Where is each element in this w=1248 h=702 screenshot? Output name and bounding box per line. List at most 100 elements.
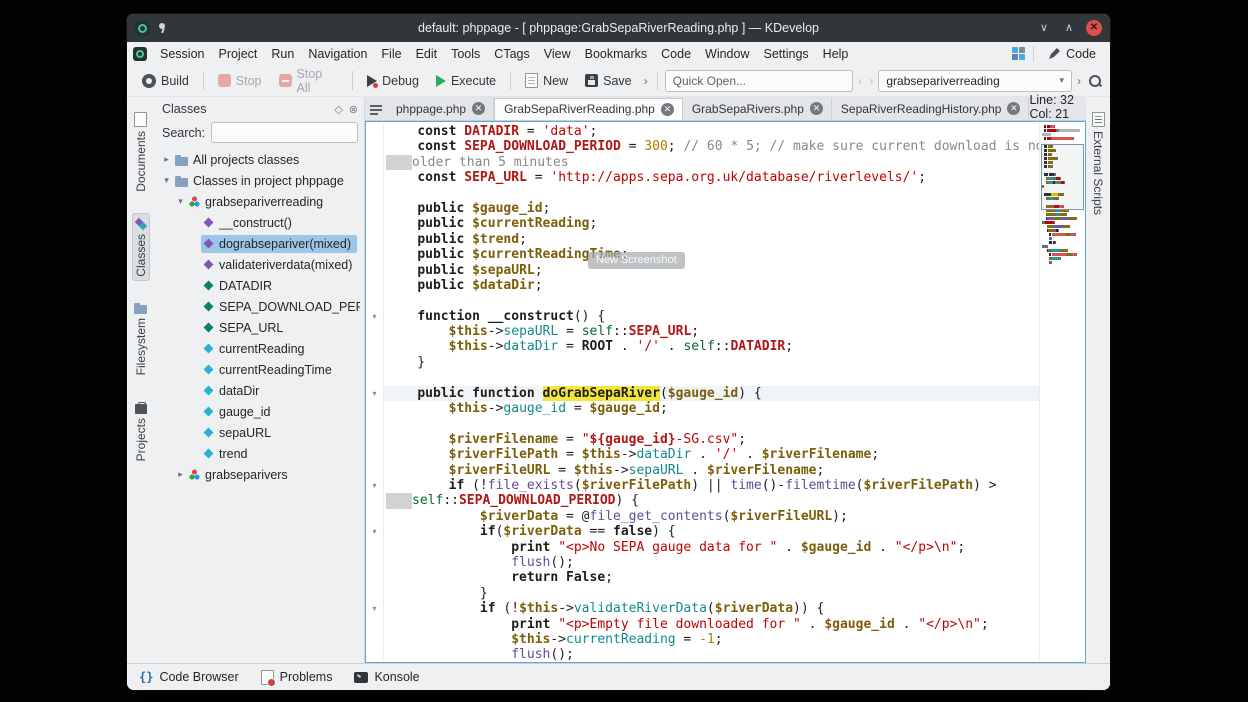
code-area[interactable]: const DATADIR = 'data'; const SEPA_DOWNL… [366, 122, 1039, 662]
build-icon [142, 74, 156, 88]
search-input[interactable]: grabsepariverreading▾ [878, 70, 1072, 92]
code-area-label: Code [1066, 47, 1096, 61]
menu-file[interactable]: File [374, 45, 408, 63]
menu-window[interactable]: Window [698, 45, 756, 63]
menu-code[interactable]: Code [654, 45, 698, 63]
document-list-icon[interactable] [365, 100, 387, 120]
detach-panel-icon[interactable]: ◇ [334, 103, 342, 116]
tree-item[interactable]: gauge_id [156, 401, 360, 422]
tree-item[interactable]: dograbsepariver(mixed) [156, 233, 360, 254]
close-button[interactable]: ✕ [1086, 20, 1102, 36]
tab-separiverreadinghistory[interactable]: SepaRiverReadingHistory.php✕ [832, 98, 1030, 120]
code-line-content: $riverFileURL = $this->sepaURL . $riverF… [384, 463, 1039, 478]
expander-expanded-icon[interactable]: ▾ [160, 175, 173, 186]
close-icon[interactable]: ✕ [472, 102, 485, 115]
sidebar-tab-filesystem[interactable]: Filesystem [132, 297, 150, 380]
build-button[interactable]: Build [135, 71, 196, 91]
menu-ctags[interactable]: CTags [487, 45, 536, 63]
tab-grabsepariverreading[interactable]: GrabSepaRiverReading.php✕ [494, 98, 683, 120]
new-button[interactable]: New [518, 70, 575, 91]
toolview-konsole[interactable]: Konsole [354, 670, 419, 684]
tree-item[interactable]: trend [156, 443, 360, 464]
menu-session[interactable]: Session [153, 45, 211, 63]
execute-button[interactable]: Execute [429, 71, 503, 91]
menu-edit[interactable]: Edit [409, 45, 445, 63]
stop-icon [218, 74, 231, 87]
code-area-button[interactable]: Code [1042, 45, 1102, 63]
tree-item[interactable]: DATADIR [156, 275, 360, 296]
titlebar[interactable]: default: phppage - [ phppage:GrabSepaRiv… [127, 14, 1110, 42]
expander-collapsed-icon[interactable]: ▸ [174, 469, 187, 480]
tree-item[interactable]: ▾grabsepariverreading [156, 191, 360, 212]
menu-navigation[interactable]: Navigation [301, 45, 374, 63]
save-dropdown-chevron[interactable]: › [642, 74, 650, 88]
tree-item[interactable]: dataDir [156, 380, 360, 401]
debug-button[interactable]: Debug [360, 71, 426, 91]
close-icon[interactable]: ✕ [810, 102, 823, 115]
tab-grabseparivers[interactable]: GrabSepaRivers.php✕ [683, 98, 832, 120]
menu-view[interactable]: View [537, 45, 578, 63]
menu-bookmarks[interactable]: Bookmarks [578, 45, 655, 63]
minimap-viewport[interactable] [1041, 144, 1084, 210]
code-line-content: older than 5 minutes [384, 155, 1039, 170]
area-switcher-icon[interactable] [1012, 47, 1025, 60]
tab-label: Projects [134, 418, 148, 461]
tab-phppage[interactable]: phppage.php✕ [387, 98, 494, 120]
fold-arrow-icon[interactable]: ▾ [366, 601, 384, 616]
close-icon[interactable]: ✕ [661, 103, 674, 116]
tree-item-main: SEPA_DOWNLOAD_PERIOD [201, 298, 360, 316]
sidebar-tab-documents[interactable]: Documents [132, 107, 150, 197]
sidebar-tab-external-scripts[interactable]: External Scripts [1089, 107, 1107, 220]
tree-item[interactable]: SEPA_DOWNLOAD_PERIOD [156, 296, 360, 317]
toolbar-extension-chevron[interactable]: › [1075, 74, 1083, 88]
code-line: } [366, 355, 1039, 370]
minimize-button[interactable]: ∨ [1036, 20, 1052, 36]
search-icon[interactable] [1088, 74, 1102, 88]
code-line: } [366, 586, 1039, 601]
tree-item[interactable]: validateriverdata(mixed) [156, 254, 360, 275]
history-forward-button[interactable]: › [867, 74, 875, 88]
stop-button[interactable]: Stop [211, 71, 269, 91]
close-panel-icon[interactable]: ⊗ [349, 103, 358, 116]
fold-arrow-icon[interactable]: ▾ [366, 524, 384, 539]
menu-settings[interactable]: Settings [757, 45, 816, 63]
fold-arrow-icon[interactable]: ▾ [366, 386, 384, 401]
tree-item[interactable]: __construct() [156, 212, 360, 233]
tree-item[interactable]: sepaURL [156, 422, 360, 443]
debug-icon [367, 75, 377, 87]
quick-open-input[interactable]: Quick Open... [665, 70, 854, 92]
code-line: flush(); [366, 647, 1039, 662]
menu-help[interactable]: Help [816, 45, 856, 63]
tree-item[interactable]: SEPA_URL [156, 317, 360, 338]
menu-tools[interactable]: Tools [444, 45, 487, 63]
menu-project[interactable]: Project [211, 45, 264, 63]
classes-tree[interactable]: ▸All projects classes▾Classes in project… [156, 149, 360, 663]
fold-arrow-icon[interactable]: ▾ [366, 309, 384, 324]
code-line-content: } [384, 586, 1039, 601]
tree-item[interactable]: ▸grabseparivers [156, 464, 360, 485]
fold-arrow-icon[interactable]: ▾ [366, 478, 384, 493]
sidebar-tab-classes[interactable]: Classes [132, 213, 150, 282]
toolview-code-browser[interactable]: {} Code Browser [139, 670, 239, 684]
editor-area[interactable]: const DATADIR = 'data'; const SEPA_DOWNL… [365, 121, 1086, 663]
tree-item[interactable]: ▸All projects classes [156, 149, 360, 170]
classes-search-input[interactable] [211, 122, 358, 143]
tree-item[interactable]: ▾Classes in project phppage [156, 170, 360, 191]
minimap-line [1042, 233, 1084, 236]
expander-expanded-icon[interactable]: ▾ [174, 196, 187, 207]
stop-all-button[interactable]: Stop All [272, 64, 346, 98]
expander-collapsed-icon[interactable]: ▸ [160, 154, 173, 165]
minimap[interactable] [1039, 122, 1085, 662]
sidebar-tab-projects[interactable]: Projects [132, 397, 150, 466]
close-icon[interactable]: ✕ [1007, 102, 1020, 115]
code-browser-icon: {} [139, 670, 153, 684]
tree-item[interactable]: currentReading [156, 338, 360, 359]
gutter-cell [366, 370, 384, 385]
tree-item[interactable]: currentReadingTime [156, 359, 360, 380]
save-button[interactable]: Save [578, 71, 639, 91]
toolview-problems[interactable]: Problems [261, 670, 333, 685]
maximize-button[interactable]: ∧ [1061, 20, 1077, 36]
menu-run[interactable]: Run [264, 45, 301, 63]
minimap-line [1042, 237, 1084, 240]
history-back-button[interactable]: ‹ [856, 74, 864, 88]
